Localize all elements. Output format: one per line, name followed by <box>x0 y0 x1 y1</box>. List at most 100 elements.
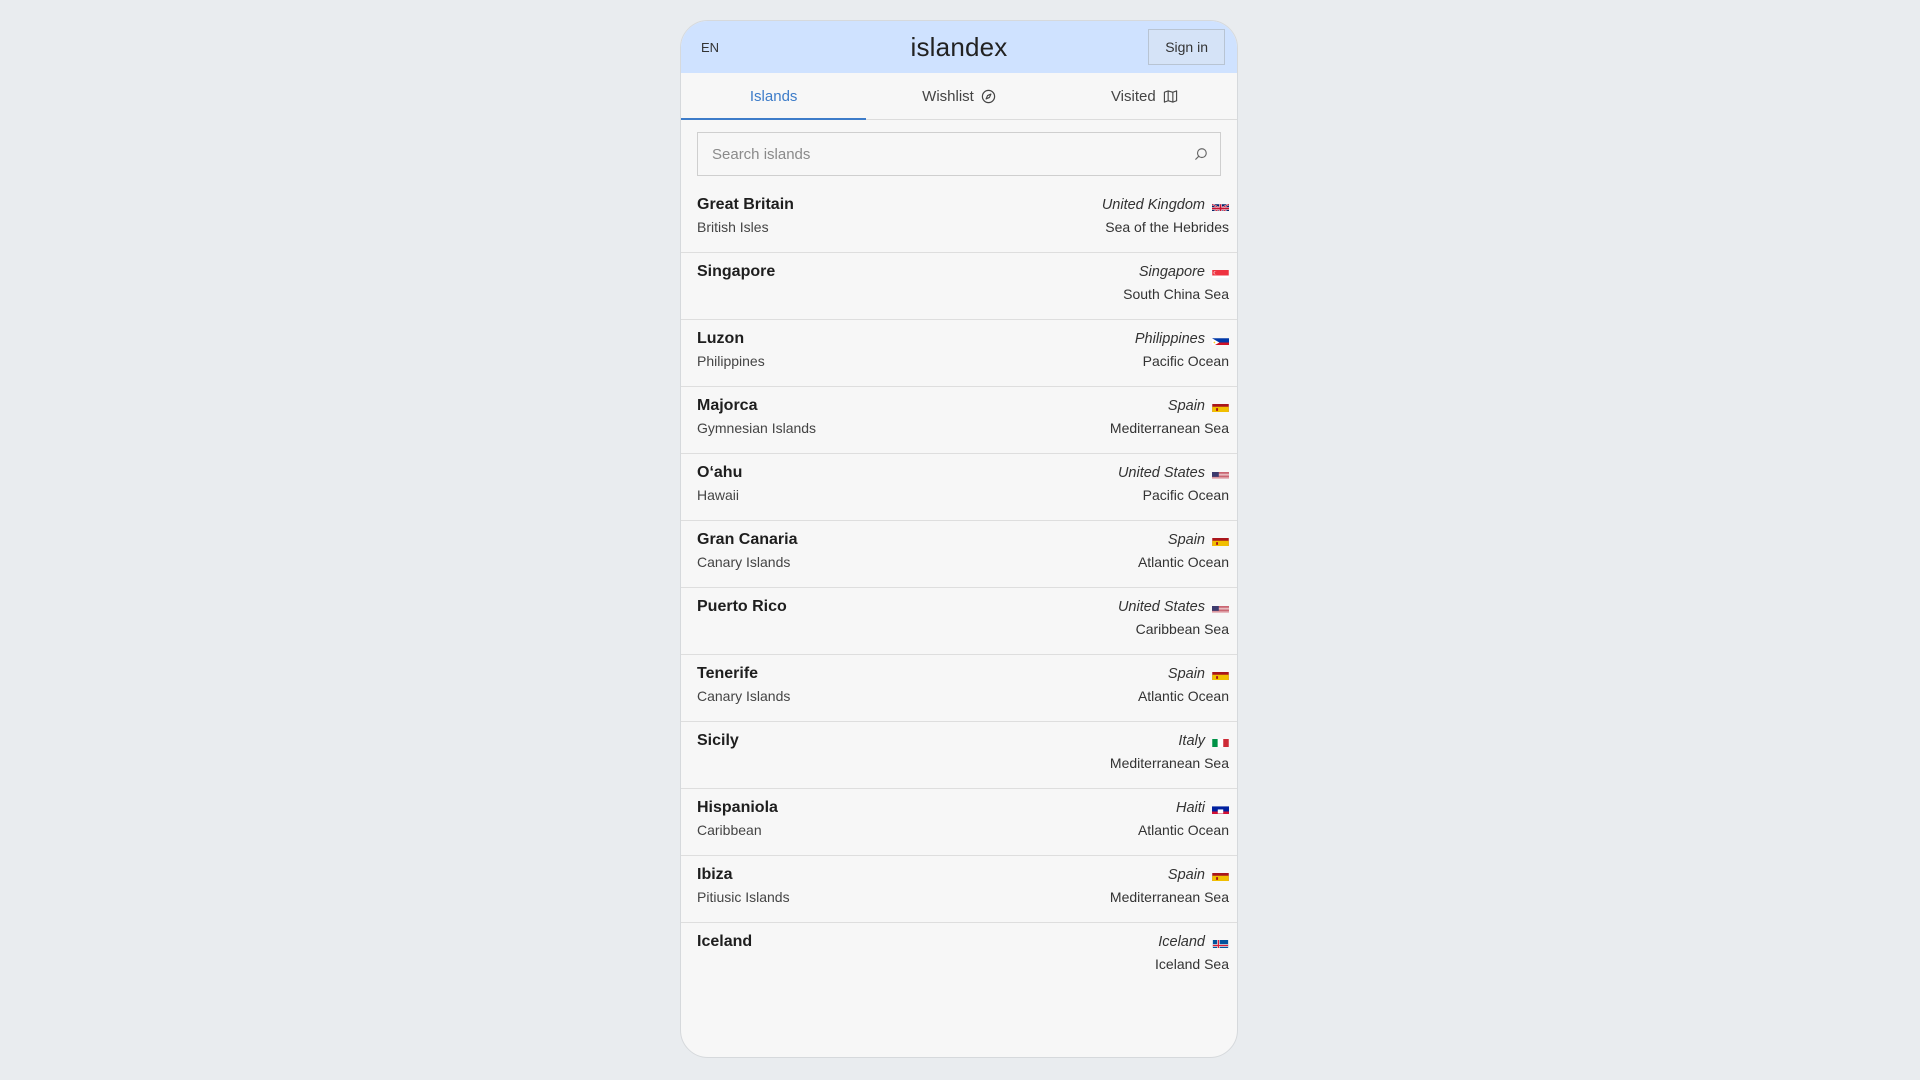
philippines-flag-icon <box>1212 334 1229 345</box>
compass-icon <box>981 89 996 104</box>
map-icon <box>1163 89 1178 104</box>
island-group: Pitiusic Islands <box>697 889 790 905</box>
island-info: Hispaniola Caribbean <box>697 789 778 855</box>
search-box <box>697 132 1221 176</box>
island-name: Oʻahu <box>697 464 743 481</box>
uk-flag-icon <box>1212 200 1229 211</box>
island-location: Singapore South China Sea <box>1123 253 1229 319</box>
island-name: Luzon <box>697 330 745 347</box>
spain-flag-icon <box>1212 401 1229 412</box>
country-line: United Kingdom <box>1102 195 1229 215</box>
island-info: Puerto Rico <box>697 588 787 654</box>
island-row[interactable]: Hispaniola Caribbean Haiti Atlantic Ocean <box>681 789 1237 856</box>
country-line: Spain <box>1168 530 1229 550</box>
island-info: Great Britain British Isles <box>697 186 794 252</box>
tab-visited[interactable]: Visited <box>1052 73 1237 119</box>
island-name: Great Britain <box>697 196 794 213</box>
island-info: Luzon Philippines <box>697 320 765 386</box>
country-line: Singapore <box>1139 262 1229 282</box>
island-location: Haiti Atlantic Ocean <box>1138 789 1229 855</box>
island-country: Italy <box>1178 733 1205 749</box>
island-name: Tenerife <box>697 665 759 682</box>
island-country: Iceland <box>1158 934 1205 950</box>
island-info: Singapore <box>697 253 775 319</box>
island-info: Tenerife Canary Islands <box>697 655 790 721</box>
island-sea: Mediterranean Sea <box>1109 420 1229 436</box>
island-info: Gran Canaria Canary Islands <box>697 521 797 587</box>
tab-label: Islands <box>749 87 798 105</box>
island-sea: South China Sea <box>1123 286 1229 302</box>
island-row[interactable]: Singapore Singapore South China Sea <box>681 253 1237 320</box>
island-sea: Sea of the Hebrides <box>1105 219 1229 235</box>
island-name: Puerto Rico <box>697 598 787 615</box>
island-name: Gran Canaria <box>697 531 798 548</box>
island-location: Italy Mediterranean Sea <box>1110 722 1229 788</box>
island-country: Spain <box>1167 398 1205 414</box>
iceland-flag-icon <box>1212 937 1229 948</box>
tab-label: Wishlist <box>922 87 974 105</box>
country-line: Spain <box>1168 396 1229 416</box>
app-title: islandex <box>910 31 1008 62</box>
island-group: Hawaii <box>697 487 740 503</box>
island-location: United States Caribbean Sea <box>1118 588 1229 654</box>
country-line: Spain <box>1168 664 1229 684</box>
search-input[interactable] <box>710 144 1194 164</box>
italy-flag-icon <box>1212 736 1229 747</box>
spain-flag-icon <box>1212 535 1229 546</box>
country-line: Haiti <box>1176 798 1229 818</box>
island-sea: Iceland Sea <box>1155 956 1229 972</box>
sign-in-button[interactable]: Sign in <box>1148 29 1225 65</box>
island-group: Canary Islands <box>697 688 791 704</box>
island-country: Spain <box>1167 532 1205 548</box>
island-row[interactable]: Iceland Iceland Iceland Sea <box>681 923 1237 990</box>
island-info: Majorca Gymnesian Islands <box>697 387 816 453</box>
island-location: Philippines Pacific Ocean <box>1135 320 1229 386</box>
island-row[interactable]: Oʻahu Hawaii United States Pacific Ocean <box>681 454 1237 521</box>
country-line: Italy <box>1178 731 1229 751</box>
island-row[interactable]: Luzon Philippines Philippines Pacific Ocean <box>681 320 1237 387</box>
island-info: Ibiza Pitiusic Islands <box>697 856 790 922</box>
language-selector[interactable]: EN <box>701 21 719 73</box>
island-row[interactable]: Puerto Rico United States Caribbean Sea <box>681 588 1237 655</box>
island-name: Iceland <box>697 933 753 950</box>
island-sea: Mediterranean Sea <box>1109 755 1229 771</box>
island-country: Haiti <box>1175 800 1205 816</box>
island-name: Hispaniola <box>697 799 778 816</box>
app-frame: EN islandex Sign in Islands Wishlist Vis… <box>680 20 1238 1058</box>
island-row[interactable]: Ibiza Pitiusic Islands Spain Mediterranean … <box>681 856 1237 923</box>
island-country: United States <box>1117 465 1205 481</box>
island-name: Singapore <box>697 263 776 280</box>
country-line: United States <box>1118 597 1229 617</box>
island-sea: Atlantic Ocean <box>1137 822 1229 838</box>
tab-bar: Islands Wishlist Visited <box>681 73 1237 120</box>
island-location: Spain Mediterranean Sea <box>1110 856 1229 922</box>
island-row[interactable]: Sicily Italy Mediterranean Sea <box>681 722 1237 789</box>
island-sea: Pacific Ocean <box>1142 353 1229 369</box>
country-line: Philippines <box>1135 329 1229 349</box>
island-location: Spain Atlantic Ocean <box>1138 655 1229 721</box>
island-sea: Caribbean Sea <box>1135 621 1229 637</box>
island-location: United Kingdom Sea of the Hebrides <box>1102 186 1229 252</box>
country-line: Iceland <box>1158 932 1229 952</box>
island-info: Oʻahu Hawaii <box>697 454 742 520</box>
island-row[interactable]: Majorca Gymnesian Islands Spain Mediterrane… <box>681 387 1237 454</box>
singapore-flag-icon <box>1212 267 1229 278</box>
island-row[interactable]: Tenerife Canary Islands Spain Atlantic Ocea… <box>681 655 1237 722</box>
island-info: Iceland <box>697 923 752 990</box>
island-country: United Kingdom <box>1101 197 1205 213</box>
island-country: Spain <box>1167 867 1205 883</box>
island-row[interactable]: Gran Canaria Canary Islands Spain Atlantic … <box>681 521 1237 588</box>
island-sea: Atlantic Ocean <box>1137 554 1229 570</box>
island-location: Iceland Iceland Sea <box>1155 923 1229 990</box>
island-country: Philippines <box>1134 331 1205 347</box>
haiti-flag-icon <box>1212 803 1229 814</box>
tab-wishlist[interactable]: Wishlist <box>866 73 1051 119</box>
island-row[interactable]: Great Britain British Isles United Kingdom… <box>681 186 1237 253</box>
tab-label: Visited <box>1110 87 1156 105</box>
island-info: Sicily <box>697 722 739 788</box>
island-location: Spain Atlantic Ocean <box>1138 521 1229 587</box>
search-icon[interactable] <box>1194 147 1208 161</box>
island-country: Spain <box>1167 666 1205 682</box>
tab-islands[interactable]: Islands <box>681 73 867 120</box>
island-country: United States <box>1117 599 1205 615</box>
